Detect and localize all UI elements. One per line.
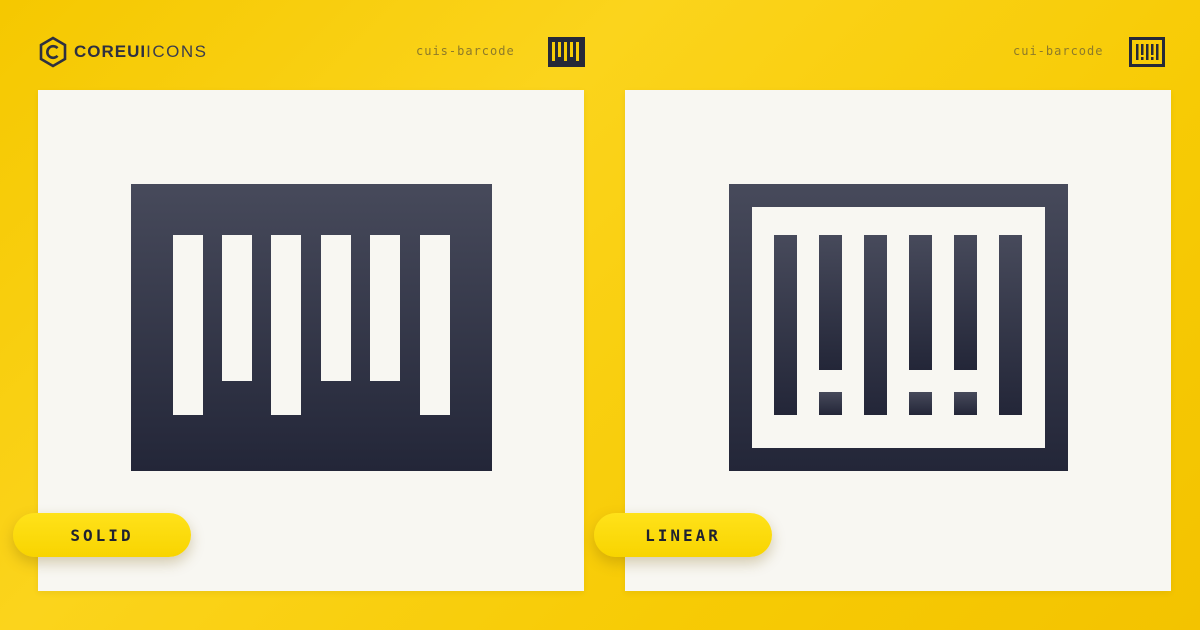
barcode-linear-icon (729, 184, 1068, 471)
linear-icon-name: cui-barcode (1013, 44, 1104, 58)
barcode-linear-mini-icon (1129, 37, 1165, 67)
coreui-icons-logo: COREUIICONS (38, 36, 207, 68)
coreui-hexagon-icon (39, 36, 67, 68)
logo-core-text: COREUI (74, 42, 147, 61)
linear-style-badge: LINEAR (594, 513, 772, 557)
solid-style-badge: SOLID (13, 513, 191, 557)
barcode-solid-icon (131, 184, 492, 471)
solid-icon-name: cuis-barcode (416, 44, 515, 58)
barcode-solid-mini-icon (548, 37, 585, 67)
logo-icons-text: ICONS (146, 42, 208, 61)
